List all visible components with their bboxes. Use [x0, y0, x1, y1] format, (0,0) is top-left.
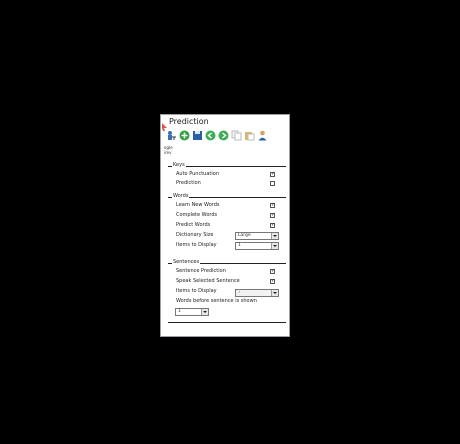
prediction-label: Prediction: [176, 180, 201, 186]
prediction-checkbox[interactable]: [270, 181, 275, 186]
side-label-2: irev: [164, 150, 172, 155]
complete-words-label: Complete Words: [176, 212, 218, 218]
chevron-down-icon: [271, 243, 278, 249]
chevron-down-icon: [271, 290, 278, 296]
chevron-down-icon: [201, 309, 208, 315]
copy-icon[interactable]: [231, 130, 242, 141]
sentences-items-to-display-select[interactable]: 1: [235, 289, 279, 297]
speak-selected-sentence-label: Speak Selected Sentence: [176, 278, 240, 284]
learn-new-words-label: Learn New Words: [176, 202, 220, 208]
keys-group: Keys Auto Punctuation ✓ Prediction: [168, 162, 286, 193]
add-icon[interactable]: [179, 130, 190, 141]
prediction-panel: Prediction ogle irev Keys Auto Punctuati…: [160, 114, 290, 337]
words-before-sentence-value: 1: [178, 309, 181, 314]
dictionary-size-label: Dictionary Size: [176, 232, 214, 238]
sentence-prediction-label: Sentence Prediction: [176, 268, 226, 274]
sentences-group: Sentences Sentence Prediction ✓ Speak Se…: [168, 259, 286, 322]
sentence-prediction-checkbox[interactable]: ✓: [270, 269, 275, 274]
chevron-down-icon: [271, 233, 278, 239]
predict-words-checkbox[interactable]: ✓: [270, 223, 275, 228]
dictionary-size-value: Large: [238, 233, 251, 238]
prediction-arrow-icon: [161, 116, 168, 131]
words-before-sentence-select[interactable]: 1: [175, 308, 209, 316]
sentences-items-to-display-label: Items to Display: [176, 288, 217, 294]
predict-words-label: Predict Words: [176, 222, 211, 228]
bottom-divider: [168, 322, 286, 323]
learn-new-words-checkbox[interactable]: ✓: [270, 203, 275, 208]
user-key-icon[interactable]: [166, 130, 177, 141]
words-items-to-display-label: Items to Display: [176, 242, 217, 248]
words-before-sentence-label: Words before sentence is shown: [176, 298, 257, 304]
sentences-legend: Sentences: [172, 259, 201, 266]
paste-icon[interactable]: [244, 130, 255, 141]
words-items-to-display-value: 1: [238, 243, 241, 248]
sentences-items-to-display-value: 1: [238, 290, 241, 295]
panel-title: Prediction: [169, 117, 209, 126]
keys-legend: Keys: [172, 162, 186, 169]
user-icon[interactable]: [257, 130, 268, 141]
back-icon[interactable]: [205, 130, 216, 141]
complete-words-checkbox[interactable]: ✓: [270, 213, 275, 218]
words-group: Words Learn New Words ✓ Complete Words ✓…: [168, 193, 286, 258]
auto-punctuation-label: Auto Punctuation: [176, 171, 219, 177]
dictionary-size-select[interactable]: Large: [235, 232, 279, 240]
words-legend: Words: [172, 193, 190, 200]
auto-punctuation-checkbox[interactable]: ✓: [270, 172, 275, 177]
speak-selected-sentence-checkbox[interactable]: ✓: [270, 279, 275, 284]
toolbar: [166, 130, 268, 142]
save-icon[interactable]: [192, 130, 203, 141]
words-items-to-display-select[interactable]: 1: [235, 242, 279, 250]
forward-icon[interactable]: [218, 130, 229, 141]
